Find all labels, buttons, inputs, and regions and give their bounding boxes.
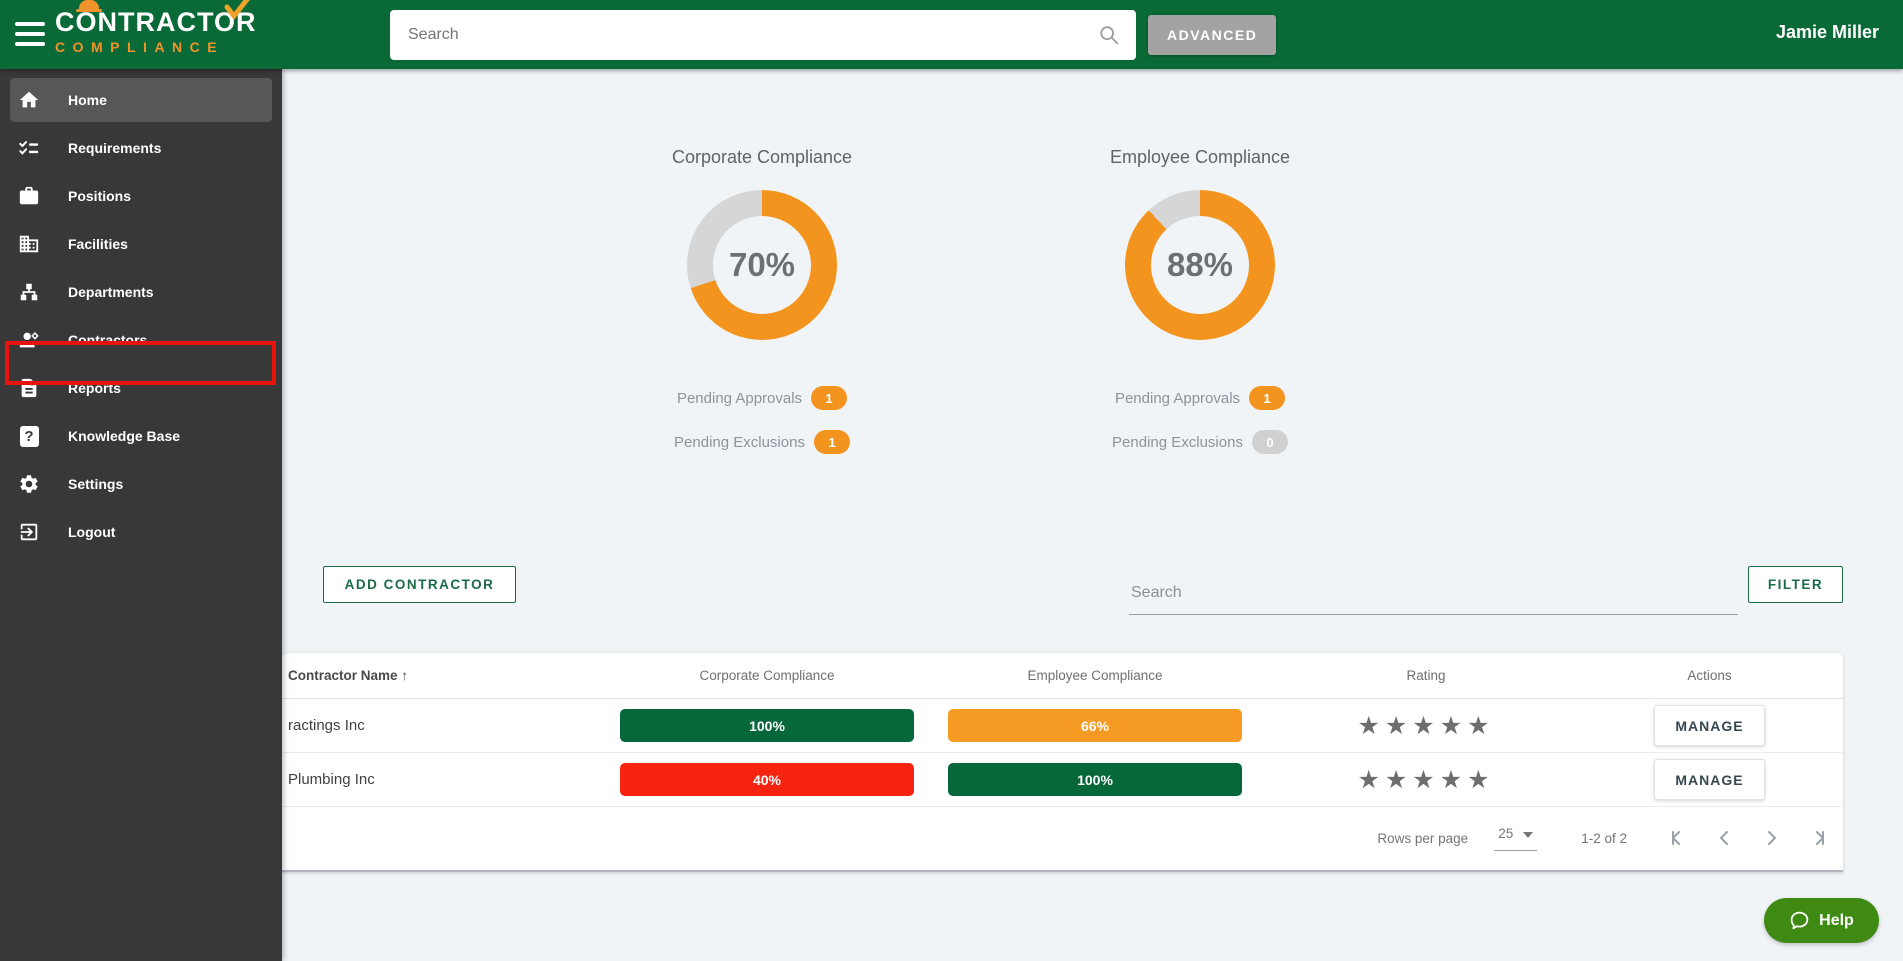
pending-exclusions-row: Pending Exclusions 0 <box>1050 430 1350 454</box>
logout-icon <box>17 520 41 544</box>
contractor-name[interactable]: Plumbing Inc <box>282 771 620 788</box>
contractor-name[interactable]: ractings Inc <box>282 717 620 734</box>
first-page-button[interactable] <box>1667 826 1691 850</box>
pending-approvals-badge[interactable]: 1 <box>811 386 848 410</box>
question-icon: ? <box>17 424 41 448</box>
column-header-rating[interactable]: Rating <box>1276 668 1576 683</box>
help-button[interactable]: Help <box>1764 898 1879 943</box>
sidebar-item-facilities[interactable]: Facilities <box>0 220 282 268</box>
app-logo: CONTRACTOR COMPLIANCE <box>55 0 285 55</box>
column-header-corporate-compliance[interactable]: Corporate Compliance <box>620 668 948 683</box>
employee-compliance-bar: 100% <box>948 763 1242 796</box>
column-header-employee-compliance[interactable]: Employee Compliance <box>948 668 1276 683</box>
table-pagination: Rows per page 25 1-2 of 2 <box>282 807 1843 869</box>
sidebar-item-requirements[interactable]: Requirements <box>0 124 282 172</box>
rows-per-page-select[interactable]: 25 <box>1494 826 1538 851</box>
pending-approvals-row: Pending Approvals 1 <box>612 386 912 410</box>
donut-percentage: 88% <box>1166 246 1234 283</box>
rows-per-page-label: Rows per page <box>1377 830 1469 846</box>
building-icon <box>17 232 41 256</box>
sidebar-item-reports[interactable]: Reports <box>0 364 282 412</box>
chart-title: Corporate Compliance <box>671 147 853 167</box>
sort-ascending-icon: ↑ <box>401 668 409 683</box>
briefcase-icon <box>17 184 41 208</box>
table-row: Plumbing Inc 40% 100% ★★★★★ MANAGE <box>282 753 1843 807</box>
pending-approvals-row: Pending Approvals 1 <box>1050 386 1350 410</box>
corporate-compliance-bar: 40% <box>620 763 914 796</box>
table-header-row: Contractor Name ↑ Corporate Compliance E… <box>282 653 1843 699</box>
checklist-icon <box>17 136 41 160</box>
sidebar-item-departments[interactable]: Departments <box>0 268 282 316</box>
org-chart-icon <box>17 280 41 304</box>
corporate-compliance-donut: 70% <box>687 190 837 340</box>
logo-text-top: CONTRACTOR <box>55 0 285 38</box>
employee-compliance-chart: Employee Compliance 88% Pending Approval… <box>1050 147 1350 454</box>
pending-approvals-badge[interactable]: 1 <box>1249 386 1286 410</box>
sidebar: Home Requirements Positions Facilities D… <box>0 69 282 961</box>
sidebar-item-home[interactable]: Home <box>0 76 282 124</box>
sidebar-item-settings[interactable]: Settings <box>0 460 282 508</box>
corporate-compliance-bar: 100% <box>620 709 914 742</box>
table-search-box <box>1129 578 1738 615</box>
pending-exclusions-row: Pending Exclusions 1 <box>612 430 912 454</box>
checkmark-icon <box>224 0 250 21</box>
corporate-compliance-chart: Corporate Compliance 70% Pending Approva… <box>612 147 912 454</box>
rating-stars[interactable]: ★★★★★ <box>1276 765 1576 794</box>
add-contractor-button[interactable]: ADD CONTRACTOR <box>323 566 516 603</box>
logo-text-bottom: COMPLIANCE <box>55 39 225 55</box>
pending-exclusions-badge[interactable]: 1 <box>813 430 850 454</box>
app-header: CONTRACTOR COMPLIANCE ADVANCED Jamie Mil… <box>0 0 1903 69</box>
column-header-contractor-name[interactable]: Contractor Name ↑ <box>282 668 620 683</box>
pagination-range: 1-2 of 2 <box>1581 830 1627 846</box>
next-page-button[interactable] <box>1759 826 1783 850</box>
home-icon <box>17 88 41 112</box>
table-search-input[interactable] <box>1129 578 1738 615</box>
document-icon <box>17 376 41 400</box>
employee-compliance-donut: 88% <box>1125 190 1275 340</box>
donut-percentage: 70% <box>728 246 796 283</box>
last-page-button[interactable] <box>1805 826 1829 850</box>
pending-exclusions-badge[interactable]: 0 <box>1251 430 1288 454</box>
column-header-actions: Actions <box>1687 668 1732 683</box>
global-search-input[interactable] <box>390 26 1098 44</box>
table-row: ractings Inc 100% 66% ★★★★★ MANAGE <box>282 699 1843 753</box>
chart-title: Employee Compliance <box>1109 147 1291 167</box>
hamburger-menu-icon[interactable] <box>15 22 45 46</box>
user-name[interactable]: Jamie Miller <box>1776 22 1879 43</box>
employee-compliance-bar: 66% <box>948 709 1242 742</box>
sidebar-item-knowledge-base[interactable]: ? Knowledge Base <box>0 412 282 460</box>
hard-hat-icon <box>76 0 102 12</box>
chat-bubble-icon <box>1790 911 1809 930</box>
gear-icon <box>17 472 41 496</box>
contractors-table: Contractor Name ↑ Corporate Compliance E… <box>282 653 1843 872</box>
rating-stars[interactable]: ★★★★★ <box>1276 711 1576 740</box>
advanced-search-button[interactable]: ADVANCED <box>1148 15 1277 55</box>
sidebar-item-logout[interactable]: Logout <box>0 508 282 556</box>
sidebar-item-positions[interactable]: Positions <box>0 172 282 220</box>
search-icon <box>1100 26 1119 45</box>
sidebar-item-contractors[interactable]: Contractors <box>0 316 282 364</box>
filter-button[interactable]: FILTER <box>1748 566 1843 603</box>
manage-button[interactable]: MANAGE <box>1654 705 1765 746</box>
manage-button[interactable]: MANAGE <box>1654 759 1765 800</box>
worker-icon <box>17 328 41 352</box>
previous-page-button[interactable] <box>1713 826 1737 850</box>
global-search-box <box>390 10 1136 60</box>
dropdown-caret-icon <box>1523 831 1534 838</box>
